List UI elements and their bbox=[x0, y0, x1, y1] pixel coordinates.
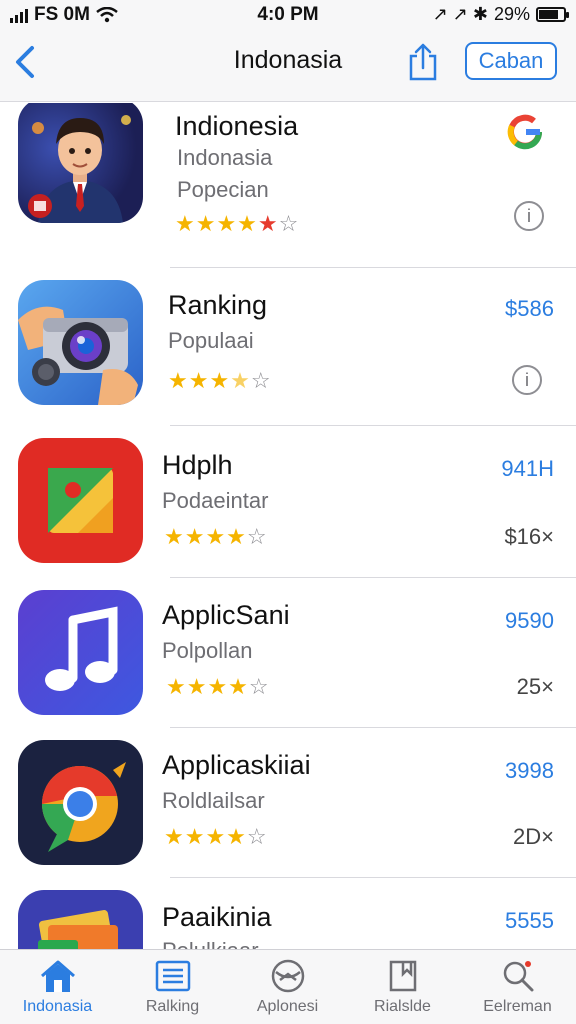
app-category: Popecian bbox=[177, 177, 269, 202]
home-icon bbox=[40, 960, 75, 992]
app-category: Roldlailsar bbox=[162, 788, 265, 813]
music-note-icon bbox=[18, 590, 143, 715]
app-category: Polulkiaar bbox=[162, 938, 259, 949]
tab-label: Aplonesi bbox=[256, 998, 319, 1015]
app-category: Polpollan bbox=[162, 638, 253, 663]
app-size: 25× bbox=[516, 674, 554, 699]
list-item[interactable]: ApplicSani Polpollan ★★★★☆ 9590 25× bbox=[0, 578, 576, 728]
tab-ralking[interactable]: Ralking bbox=[115, 958, 230, 1016]
list-item[interactable]: Ranking Populaai ★★★★☆ $586 i bbox=[0, 268, 576, 426]
google-g-icon bbox=[507, 114, 543, 150]
app-subtitle: Indonasia bbox=[177, 145, 273, 170]
status-bar: FS 0M 4:0 PM ↗ ↗ ✱ 29% bbox=[0, 0, 576, 30]
photo-app-icon bbox=[18, 438, 143, 563]
list-item[interactable]: Hdplh Podaeintar ★★★★☆ 941H $16× bbox=[0, 426, 576, 578]
share-icon bbox=[409, 43, 437, 81]
globe-icon bbox=[271, 959, 304, 993]
star-rating: ★★★★☆ bbox=[164, 824, 268, 849]
star-rating: ★★★★★☆ bbox=[175, 211, 300, 236]
star-rating: ★★★★☆ bbox=[168, 368, 272, 393]
app-name: Hdplh bbox=[162, 450, 233, 480]
cancel-button[interactable]: Caban bbox=[465, 42, 557, 80]
app-name: ApplicSani bbox=[162, 600, 290, 630]
app-category: Podaeintar bbox=[162, 488, 269, 513]
tab-label: Ralking bbox=[145, 998, 200, 1015]
star-rating: ★★★★☆ bbox=[166, 674, 270, 699]
app-name: Paaikinia bbox=[162, 902, 272, 932]
tab-label: Rialslde bbox=[374, 998, 431, 1015]
app-list: Indionesia Indonasia Popecian ★★★★★☆ i R… bbox=[0, 103, 576, 949]
info-button[interactable]: i bbox=[512, 365, 542, 395]
app-price[interactable]: 9590 bbox=[505, 608, 554, 634]
app-price[interactable]: 941H bbox=[501, 456, 554, 482]
location-bluetooth-icons: ↗ ↗ ✱ bbox=[432, 4, 488, 24]
tab-indonasia[interactable]: Indonasia bbox=[0, 958, 115, 1016]
app-price[interactable]: 5555 bbox=[505, 908, 554, 934]
star-rating: ★★★★☆ bbox=[164, 524, 268, 549]
share-button[interactable] bbox=[406, 42, 440, 82]
status-right: ↗ ↗ ✱ 29% bbox=[432, 4, 569, 25]
list-item[interactable]: Indionesia Indonasia Popecian ★★★★★☆ i bbox=[0, 103, 576, 268]
app-price[interactable]: 3998 bbox=[505, 758, 554, 784]
app-size: 2D× bbox=[513, 824, 554, 849]
tab-eelreman[interactable]: Eelreman bbox=[460, 958, 575, 1016]
app-category: Populaai bbox=[168, 328, 254, 353]
search-icon bbox=[503, 961, 533, 992]
app-name: Applicaskiiai bbox=[162, 750, 311, 780]
app-price[interactable]: $586 bbox=[505, 296, 554, 322]
navigation-bar: Indonasia Caban bbox=[0, 30, 576, 102]
app-size: $16× bbox=[504, 524, 554, 549]
bookmark-icon bbox=[389, 960, 416, 992]
battery-icon bbox=[536, 7, 569, 22]
info-button[interactable]: i bbox=[514, 201, 544, 231]
tab-aplonesi[interactable]: Aplonesi bbox=[230, 958, 345, 1016]
app-name: Ranking bbox=[168, 290, 268, 320]
list-item[interactable]: Paaikinia Polulkiaar 5555 bbox=[0, 878, 576, 949]
battery-percent: 29% bbox=[493, 4, 530, 24]
tab-rialslde[interactable]: Rialslde bbox=[345, 958, 460, 1016]
tab-bar: Indonasia Ralking Aplonesi Rialslde Eelr… bbox=[0, 949, 576, 1024]
app-name: Indionesia bbox=[175, 111, 299, 141]
folder-icon bbox=[18, 890, 143, 949]
cartoon-avatar-icon bbox=[18, 103, 143, 223]
camera-icon bbox=[18, 280, 143, 405]
tab-label: Indonasia bbox=[22, 998, 93, 1015]
list-icon bbox=[155, 960, 190, 992]
battery-fill bbox=[539, 10, 558, 19]
chrome-icon bbox=[18, 740, 143, 865]
list-item[interactable]: Applicaskiiai Roldlailsar ★★★★☆ 3998 2D× bbox=[0, 728, 576, 878]
tab-label: Eelreman bbox=[483, 998, 552, 1015]
